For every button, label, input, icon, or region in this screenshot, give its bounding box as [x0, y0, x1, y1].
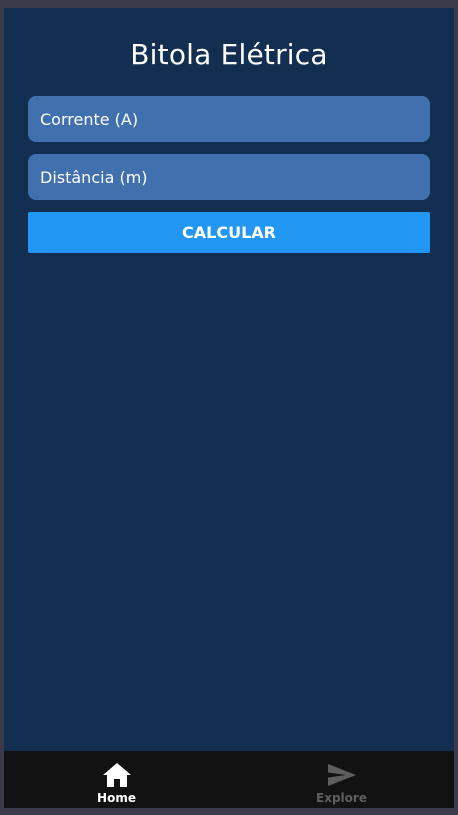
tab-home-label: Home: [97, 791, 136, 805]
app-frame: Bitola Elétrica CALCULAR Home Explore: [0, 0, 458, 815]
main-screen: Bitola Elétrica CALCULAR: [4, 8, 454, 751]
distancia-input[interactable]: [40, 167, 418, 187]
home-icon: [101, 760, 133, 790]
bottom-tab-bar: Home Explore: [4, 751, 454, 808]
tab-explore[interactable]: Explore: [229, 751, 454, 808]
corrente-input[interactable]: [40, 109, 418, 129]
distancia-field[interactable]: [28, 154, 430, 200]
tab-home[interactable]: Home: [4, 751, 229, 808]
send-icon: [326, 760, 358, 790]
calculate-button[interactable]: CALCULAR: [28, 212, 430, 253]
corrente-field[interactable]: [28, 96, 430, 142]
tab-explore-label: Explore: [316, 791, 367, 805]
page-title: Bitola Elétrica: [130, 38, 328, 71]
